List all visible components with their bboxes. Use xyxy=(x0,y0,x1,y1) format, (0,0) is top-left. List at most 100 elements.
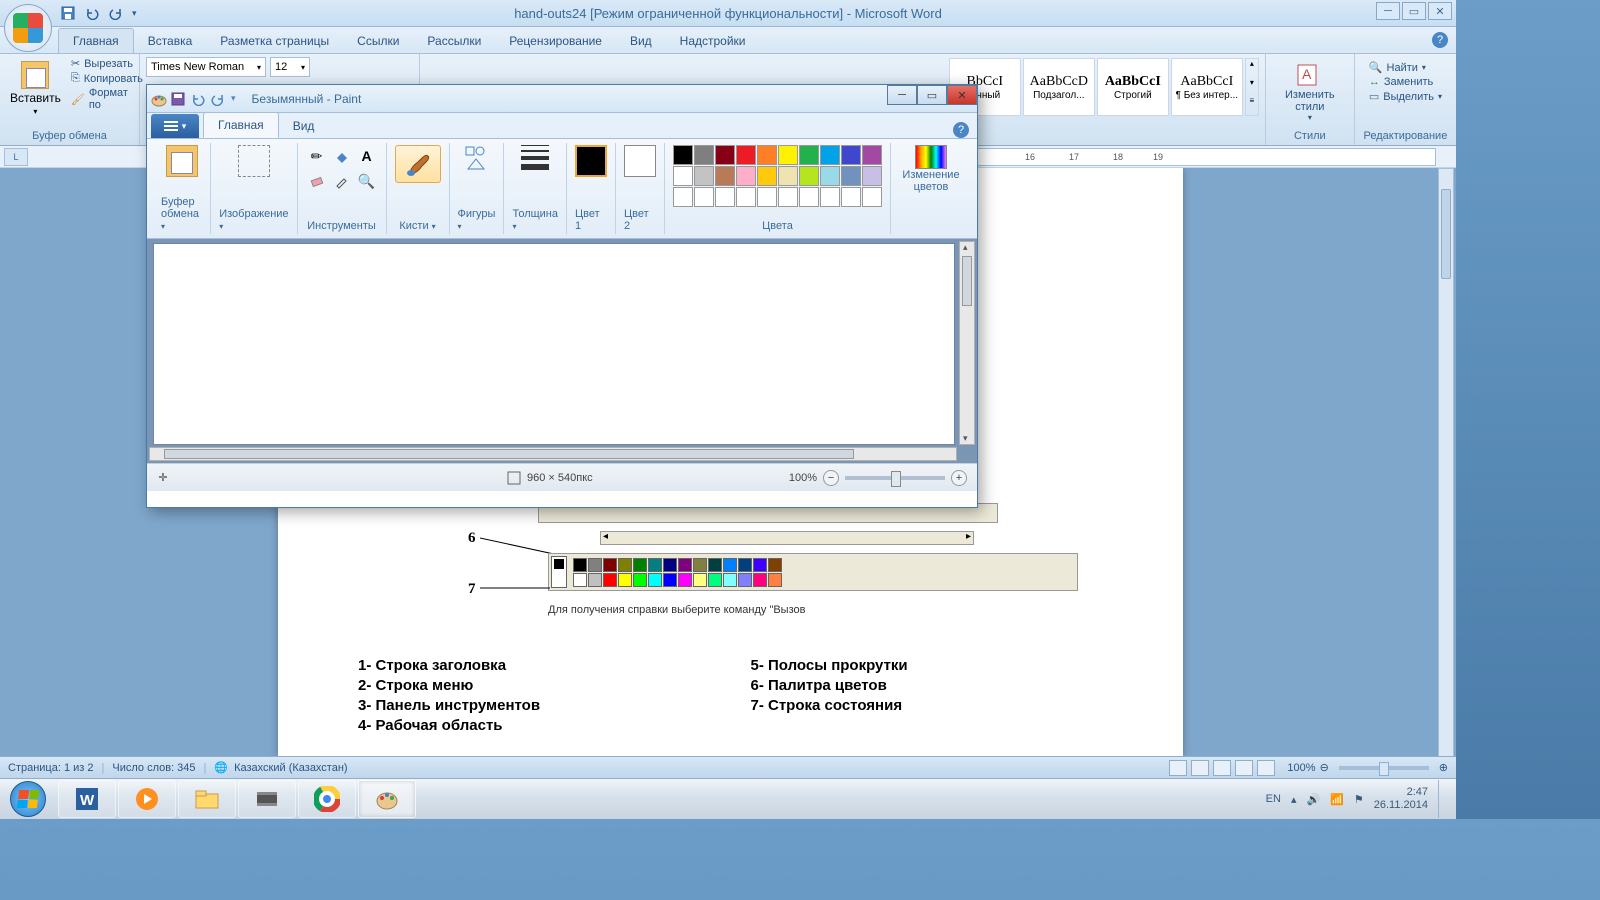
paint-minimize-button[interactable]: ─ xyxy=(887,85,917,105)
tab-review[interactable]: Рецензирование xyxy=(495,29,616,53)
font-size-select[interactable]: 12 ▾ xyxy=(270,57,310,77)
styles-gallery[interactable]: BbCcIычный AaBbCcDПодзагол... AaBbCcIСтр… xyxy=(949,58,1259,116)
palette-swatch-empty[interactable] xyxy=(862,187,882,207)
view-draft[interactable] xyxy=(1257,760,1275,776)
edit-colors-button[interactable]: Изменение цветов xyxy=(899,145,963,193)
scrollbar-thumb[interactable] xyxy=(1441,189,1451,279)
paint-horizontal-scrollbar[interactable] xyxy=(149,447,957,461)
eraser-tool[interactable] xyxy=(306,170,328,192)
office-button[interactable] xyxy=(4,4,52,52)
color2-button[interactable] xyxy=(624,145,656,177)
palette-swatch[interactable] xyxy=(694,145,714,165)
select-button[interactable]: ▭Выделить ▾ xyxy=(1369,90,1442,103)
style-item-4[interactable]: AaBbCcI¶ Без интер... xyxy=(1171,58,1243,116)
word-minimize-button[interactable]: ─ xyxy=(1376,2,1400,20)
palette-swatch-empty[interactable] xyxy=(736,187,756,207)
taskbar-chrome[interactable] xyxy=(298,780,356,818)
paint-select-icon[interactable] xyxy=(238,145,270,177)
word-count[interactable]: Число слов: 345 xyxy=(112,762,195,774)
magnifier-tool[interactable]: 🔍 xyxy=(356,170,378,192)
palette-swatch[interactable] xyxy=(862,145,882,165)
palette-swatch[interactable] xyxy=(799,145,819,165)
tab-mailings[interactable]: Рассылки xyxy=(413,29,495,53)
zoom-out-button[interactable]: ⊖ xyxy=(1320,761,1329,774)
paint-tab-home[interactable]: Главная xyxy=(203,112,279,138)
paint-vs-thumb[interactable] xyxy=(962,256,972,306)
paint-save-icon[interactable] xyxy=(171,92,185,106)
paint-zoom-out[interactable]: − xyxy=(823,470,839,486)
replace-button[interactable]: ↔Заменить xyxy=(1369,76,1442,88)
save-icon[interactable] xyxy=(60,5,76,21)
tray-clock[interactable]: 2:47 26.11.2014 xyxy=(1374,786,1428,812)
paint-title-bar[interactable]: ▾ Безымянный - Paint ─ ▭ ✕ xyxy=(147,85,977,113)
palette-swatch-empty[interactable] xyxy=(673,187,693,207)
paint-close-button[interactable]: ✕ xyxy=(947,85,977,105)
tab-addins[interactable]: Надстройки xyxy=(666,29,760,53)
tray-volume-icon[interactable]: 🔊 xyxy=(1306,793,1320,806)
picker-tool[interactable] xyxy=(331,170,353,192)
find-button[interactable]: 🔍Найти ▾ xyxy=(1369,61,1442,74)
text-tool[interactable]: A xyxy=(356,145,378,167)
view-web-layout[interactable] xyxy=(1213,760,1231,776)
palette-swatch-empty[interactable] xyxy=(799,187,819,207)
paint-qat-dropdown[interactable]: ▾ xyxy=(231,93,236,104)
paint-zoom-slider[interactable] xyxy=(845,476,945,480)
palette-swatch[interactable] xyxy=(715,166,735,186)
zoom-in-button[interactable]: ⊕ xyxy=(1439,761,1448,774)
qat-dropdown-icon[interactable]: ▾ xyxy=(132,8,137,19)
tray-language[interactable]: EN xyxy=(1266,793,1281,805)
palette-swatch[interactable] xyxy=(757,166,777,186)
tab-insert[interactable]: Вставка xyxy=(134,29,207,53)
show-desktop-button[interactable] xyxy=(1438,780,1446,818)
palette-swatch[interactable] xyxy=(841,145,861,165)
word-close-button[interactable]: ✕ xyxy=(1428,2,1452,20)
change-styles-button[interactable]: A Изменить стили ▾ xyxy=(1272,57,1348,126)
undo-icon[interactable] xyxy=(84,5,100,21)
word-help-icon[interactable]: ? xyxy=(1432,32,1448,48)
pencil-tool[interactable]: ✏ xyxy=(306,145,328,167)
zoom-percent[interactable]: 100% xyxy=(1287,762,1315,774)
palette-swatch[interactable] xyxy=(736,166,756,186)
tab-view[interactable]: Вид xyxy=(616,29,666,53)
taskbar-paint[interactable] xyxy=(358,780,416,818)
paint-file-menu[interactable] xyxy=(151,114,199,138)
word-maximize-button[interactable]: ▭ xyxy=(1402,2,1426,20)
paint-help-icon[interactable]: ? xyxy=(953,122,969,138)
palette-swatch[interactable] xyxy=(841,166,861,186)
palette-swatch[interactable] xyxy=(673,166,693,186)
color1-button[interactable] xyxy=(575,145,607,177)
paint-zoom-percent[interactable]: 100% xyxy=(789,472,817,484)
paint-undo-icon[interactable] xyxy=(191,92,205,106)
view-outline[interactable] xyxy=(1235,760,1253,776)
palette-swatch-empty[interactable] xyxy=(715,187,735,207)
palette-swatch-empty[interactable] xyxy=(841,187,861,207)
tab-home[interactable]: Главная xyxy=(58,28,134,53)
view-full-screen[interactable] xyxy=(1191,760,1209,776)
tab-references[interactable]: Ссылки xyxy=(343,29,413,53)
taskbar-word[interactable]: W xyxy=(58,780,116,818)
palette-swatch[interactable] xyxy=(820,145,840,165)
proofing-icon[interactable]: 🌐 xyxy=(214,761,228,774)
tray-action-center-icon[interactable]: ⚑ xyxy=(1354,793,1364,806)
word-vertical-scrollbar[interactable] xyxy=(1438,168,1454,757)
styles-scroll-up[interactable]: ▴ xyxy=(1246,59,1258,78)
font-family-select[interactable]: Times New Roman ▾ xyxy=(146,57,266,77)
taskbar-explorer[interactable] xyxy=(178,780,236,818)
thickness-button[interactable] xyxy=(521,145,549,170)
page-indicator[interactable]: Страница: 1 из 2 xyxy=(8,762,94,774)
paste-button[interactable]: Вставить ▾ xyxy=(6,57,65,120)
paint-hs-thumb[interactable] xyxy=(164,449,854,459)
tray-show-hidden-icon[interactable]: ▴ xyxy=(1291,793,1297,806)
style-item-3[interactable]: AaBbCcIСтрогий xyxy=(1097,58,1169,116)
paint-tab-view[interactable]: Вид xyxy=(279,114,329,138)
tab-selector[interactable]: L xyxy=(4,148,28,166)
palette-swatch[interactable] xyxy=(862,166,882,186)
palette-swatch-empty[interactable] xyxy=(778,187,798,207)
paint-redo-icon[interactable] xyxy=(211,92,225,106)
palette-swatch[interactable] xyxy=(736,145,756,165)
paint-maximize-button[interactable]: ▭ xyxy=(917,85,947,105)
fill-tool[interactable] xyxy=(331,145,353,167)
cut-button[interactable]: ✂Вырезать xyxy=(71,57,143,70)
redo-icon[interactable] xyxy=(108,5,124,21)
paint-vertical-scrollbar[interactable] xyxy=(959,241,975,445)
